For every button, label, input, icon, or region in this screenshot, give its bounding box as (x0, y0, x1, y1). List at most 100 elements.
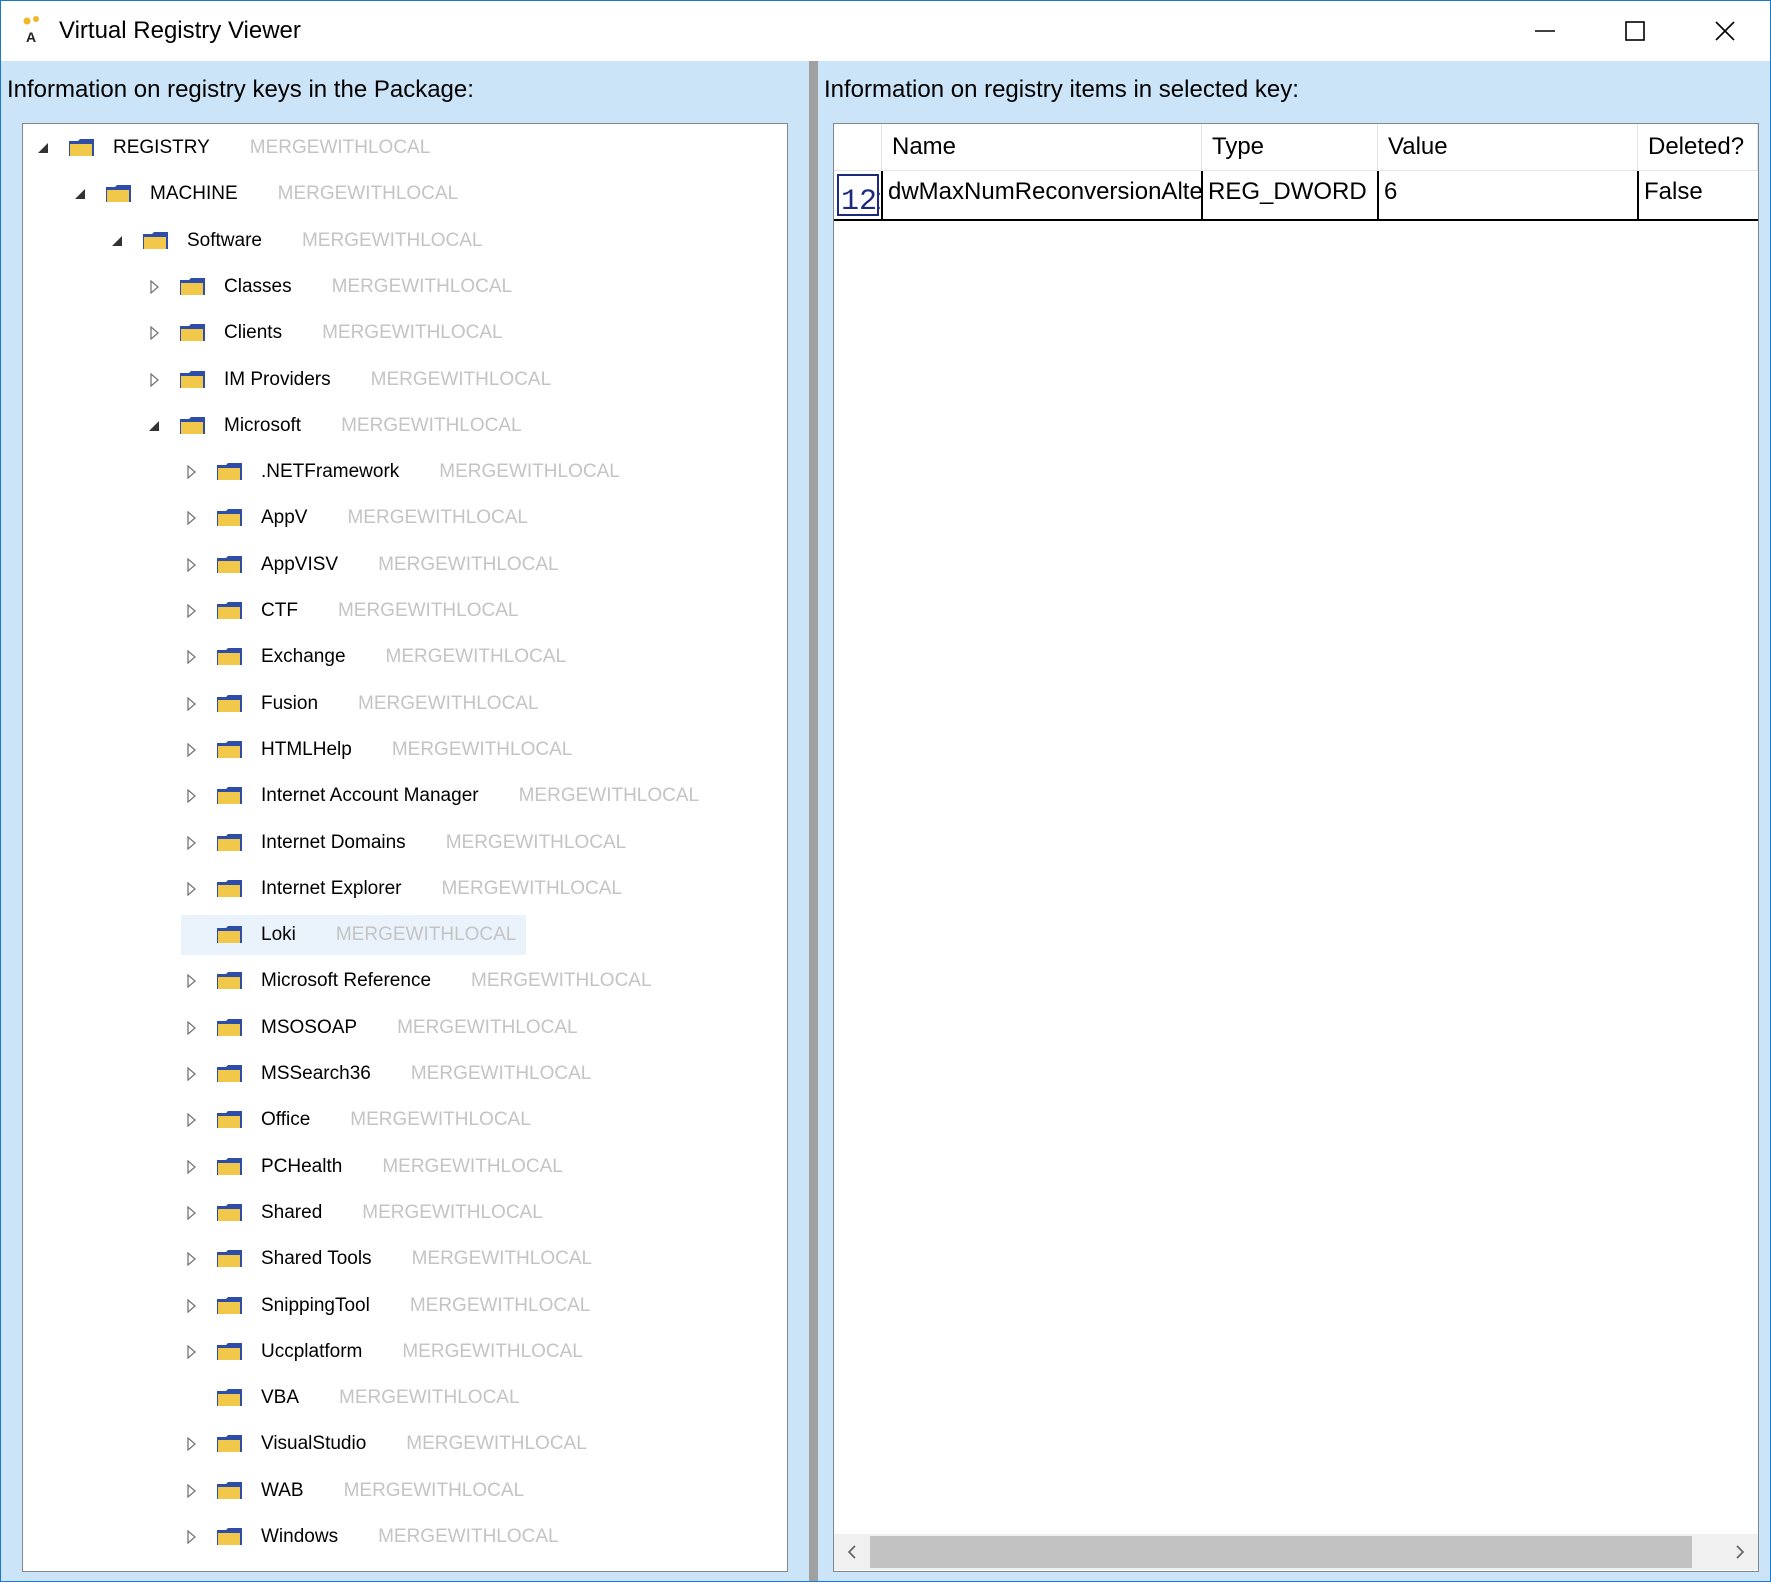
expand-arrow-icon[interactable] (144, 370, 164, 390)
tree-node-label: Internet Account Manager (261, 785, 479, 806)
registry-key-folder-icon (217, 648, 242, 665)
table-cell-name[interactable]: dwMaxNumReconversionAlte (882, 171, 1202, 219)
registry-key-folder-icon (106, 185, 131, 202)
registry-key-tree[interactable]: REGISTRY MERGEWITHLOCAL MACHINE MERGEWITHLO… (22, 123, 788, 1572)
tree-node[interactable]: Uccplatform MERGEWITHLOCAL (181, 1332, 583, 1372)
expand-arrow-icon[interactable] (181, 508, 201, 528)
close-button[interactable] (1680, 1, 1770, 61)
tree-node[interactable]: Software MERGEWITHLOCAL (107, 221, 483, 261)
collapse-arrow-icon[interactable] (70, 184, 90, 204)
tree-node[interactable]: Loki MERGEWITHLOCAL (181, 915, 527, 955)
pane-splitter[interactable] (809, 61, 818, 1581)
tree-node[interactable]: IM Providers MERGEWITHLOCAL (144, 360, 551, 400)
collapse-arrow-icon[interactable] (33, 138, 53, 158)
tree-node[interactable]: Shared Tools MERGEWITHLOCAL (181, 1239, 592, 1279)
maximize-button[interactable] (1590, 1, 1680, 61)
expand-arrow-icon[interactable] (181, 833, 201, 853)
tree-node[interactable]: REGISTRY MERGEWITHLOCAL (33, 128, 430, 168)
tree-node[interactable]: Internet Explorer MERGEWITHLOCAL (181, 869, 622, 909)
scroll-left-button[interactable] (834, 1534, 870, 1570)
tree-node[interactable]: Exchange MERGEWITHLOCAL (181, 637, 566, 677)
registry-key-folder-icon (180, 278, 205, 295)
expand-arrow-icon[interactable] (181, 1527, 201, 1547)
expand-arrow-icon[interactable] (181, 786, 201, 806)
expand-arrow-icon[interactable] (181, 971, 201, 991)
title-bar[interactable]: A Virtual Registry Viewer (1, 1, 1770, 61)
expand-arrow-icon[interactable] (181, 462, 201, 482)
tree-node[interactable]: AppVISV MERGEWITHLOCAL (181, 545, 559, 585)
registry-key-folder-icon (217, 1389, 242, 1406)
expand-arrow-icon[interactable] (181, 1064, 201, 1084)
tree-node[interactable]: .NETFramework MERGEWITHLOCAL (181, 452, 620, 492)
expand-arrow-icon[interactable] (181, 740, 201, 760)
tree-node[interactable]: Internet Domains MERGEWITHLOCAL (181, 823, 626, 863)
scroll-right-button[interactable] (1722, 1534, 1758, 1570)
expand-arrow-icon[interactable] (181, 1434, 201, 1454)
registry-items-grid[interactable]: Name Type Value Deleted? 121 dwMaxNumRec… (833, 123, 1759, 1572)
horizontal-scrollbar-thumb[interactable] (870, 1536, 1692, 1568)
tree-node[interactable]: PCHealth MERGEWITHLOCAL (181, 1147, 563, 1187)
column-header-name[interactable]: Name (882, 124, 1202, 170)
expand-arrow-icon[interactable] (181, 694, 201, 714)
expand-arrow-icon[interactable] (181, 1018, 201, 1038)
expand-arrow-icon[interactable] (181, 1157, 201, 1177)
minimize-button[interactable] (1500, 1, 1590, 61)
tree-node[interactable]: Internet Account Manager MERGEWITHLOCAL (181, 776, 699, 816)
tree-node[interactable]: WAB MERGEWITHLOCAL (181, 1471, 524, 1511)
tree-node[interactable]: Windows MERGEWITHLOCAL (181, 1517, 559, 1557)
tree-node[interactable]: MSOSOAP MERGEWITHLOCAL (181, 1008, 578, 1048)
collapse-arrow-icon[interactable] (107, 231, 127, 251)
tree-node[interactable]: VBA MERGEWITHLOCAL (181, 1378, 520, 1418)
cell-divider (1377, 171, 1379, 219)
expand-arrow-icon[interactable] (144, 323, 164, 343)
tree-node[interactable]: VisualStudio MERGEWITHLOCAL (181, 1424, 587, 1464)
expand-arrow-icon[interactable] (181, 879, 201, 899)
tree-node[interactable]: Fusion MERGEWITHLOCAL (181, 684, 539, 724)
registry-key-folder-icon (217, 509, 242, 526)
horizontal-scrollbar[interactable] (834, 1534, 1758, 1570)
expand-arrow-icon[interactable] (181, 555, 201, 575)
expand-arrow-icon[interactable] (181, 1203, 201, 1223)
tree-node-policy: MERGEWITHLOCAL (397, 1017, 578, 1038)
registry-key-folder-icon (217, 1111, 242, 1128)
tree-node[interactable]: Microsoft MERGEWITHLOCAL (144, 406, 522, 446)
tree-node[interactable]: AppV MERGEWITHLOCAL (181, 498, 528, 538)
tree-node[interactable]: MSSearch36 MERGEWITHLOCAL (181, 1054, 591, 1094)
expand-arrow-icon[interactable] (181, 647, 201, 667)
table-row-icon-cell[interactable]: 121 (834, 171, 882, 219)
table-cell-value[interactable]: 6 (1378, 171, 1638, 219)
table-cell-deleted[interactable]: False (1638, 171, 1758, 219)
tree-node[interactable]: CTF MERGEWITHLOCAL (181, 591, 518, 631)
tree-node[interactable]: Microsoft Reference MERGEWITHLOCAL (181, 961, 652, 1001)
expand-arrow-icon[interactable] (181, 1249, 201, 1269)
collapse-arrow-icon[interactable] (144, 416, 164, 436)
column-header-value[interactable]: Value (1378, 124, 1638, 170)
registry-key-folder-icon (217, 1297, 242, 1314)
column-header-deleted[interactable]: Deleted? (1638, 124, 1758, 170)
tree-node[interactable]: HTMLHelp MERGEWITHLOCAL (181, 730, 572, 770)
expand-arrow-icon[interactable] (144, 277, 164, 297)
registry-key-folder-icon (69, 139, 94, 156)
chevron-right-icon (1736, 1545, 1745, 1559)
tree-node-label: VisualStudio (261, 1433, 367, 1454)
expand-arrow-icon[interactable] (181, 1481, 201, 1501)
tree-node-label: MSSearch36 (261, 1063, 371, 1084)
tree-node[interactable]: Office MERGEWITHLOCAL (181, 1100, 531, 1140)
tree-node-label: HTMLHelp (261, 739, 352, 760)
tree-node-label: SnippingTool (261, 1295, 370, 1316)
tree-node[interactable]: Clients MERGEWITHLOCAL (144, 313, 503, 353)
expand-arrow-icon[interactable] (181, 601, 201, 621)
column-header-type[interactable]: Type (1202, 124, 1378, 170)
expand-arrow-icon[interactable] (181, 1296, 201, 1316)
table-cell-type[interactable]: REG_DWORD (1202, 171, 1378, 219)
tree-node[interactable]: Classes MERGEWITHLOCAL (144, 267, 512, 307)
tree-node[interactable]: MACHINE MERGEWITHLOCAL (70, 174, 458, 214)
tree-node[interactable]: SnippingTool MERGEWITHLOCAL (181, 1286, 590, 1326)
tree-node-policy: MERGEWITHLOCAL (402, 1341, 583, 1362)
tree-node-label: Microsoft Reference (261, 970, 432, 991)
expand-arrow-icon[interactable] (181, 1342, 201, 1362)
tree-node-label: WAB (261, 1480, 304, 1501)
tree-node[interactable]: Shared MERGEWITHLOCAL (181, 1193, 543, 1233)
expand-arrow-icon[interactable] (181, 1110, 201, 1130)
